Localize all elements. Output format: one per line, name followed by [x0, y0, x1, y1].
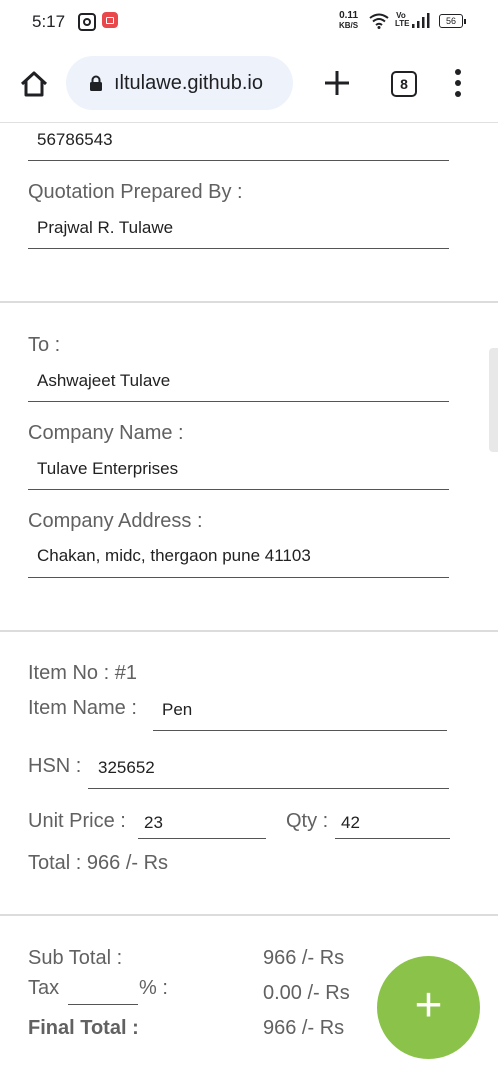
qty-label: Qty :	[286, 810, 329, 832]
home-icon[interactable]	[18, 68, 50, 100]
unit-price-underline	[138, 838, 266, 839]
hsn-label: HSN :	[28, 755, 82, 777]
volte-badge: Vo LTE	[395, 11, 410, 28]
lock-icon	[90, 75, 102, 91]
final-total-value: 966 /- Rs	[263, 1017, 345, 1039]
network-speed-unit: KB/S	[339, 21, 359, 30]
hsn-input[interactable]: 325652	[98, 758, 155, 778]
section-divider	[0, 630, 498, 632]
to-input[interactable]: Ashwajeet Tulave	[37, 371, 170, 391]
company-address-input[interactable]: Chakan, midc, thergaon pune 41103	[37, 546, 311, 566]
to-underline	[28, 401, 449, 402]
scroll-handle[interactable]	[489, 348, 498, 452]
company-address-underline	[28, 577, 449, 578]
browser-toolbar: ıltulawe.github.io 8	[0, 44, 498, 123]
more-vert-icon[interactable]	[454, 69, 462, 97]
company-name-input[interactable]: Tulave Enterprises	[37, 459, 178, 479]
item-total: Total : 966 /- Rs	[28, 852, 169, 874]
company-address-label: Company Address :	[28, 510, 203, 532]
tax-percent-input[interactable]	[68, 1004, 138, 1005]
tax-value: 0.00 /- Rs	[263, 982, 350, 1004]
company-name-label: Company Name :	[28, 422, 184, 444]
new-tab-plus-icon[interactable]	[322, 68, 352, 98]
clock: 5:17	[32, 12, 66, 31]
add-item-button[interactable]: +	[377, 956, 480, 1059]
prepared-by-input[interactable]: Prajwal R. Tulawe	[37, 218, 173, 238]
section-divider	[0, 301, 498, 303]
tab-switcher-button[interactable]: 8	[391, 71, 417, 97]
phone-underline	[28, 160, 449, 161]
item-name-underline	[153, 730, 447, 731]
network-speed-value: 0.11	[339, 10, 359, 21]
signal-icon	[412, 13, 430, 28]
status-bar: 5:17 0.11 KB/S Vo LTE 56	[0, 0, 498, 44]
subtotal-label: Sub Total :	[28, 947, 123, 969]
network-speed: 0.11 KB/S	[339, 11, 358, 31]
tax-label: Tax	[28, 977, 60, 999]
prepared-by-underline	[28, 248, 449, 249]
tax-percent-suffix: % :	[139, 977, 168, 999]
unit-price-label: Unit Price :	[28, 810, 126, 832]
item-name-label: Item Name :	[28, 697, 137, 719]
to-label: To :	[28, 334, 61, 356]
prepared-by-label: Quotation Prepared By :	[28, 181, 243, 203]
subtotal-value: 966 /- Rs	[263, 947, 345, 969]
item-number: Item No : #1	[28, 662, 137, 684]
qty-input[interactable]: 42	[341, 813, 360, 833]
qty-underline	[335, 838, 450, 839]
final-total-label: Final Total :	[28, 1017, 139, 1039]
wifi-icon	[369, 13, 389, 29]
phone-value[interactable]: 56786543	[37, 130, 113, 150]
screen-record-icon	[102, 12, 118, 28]
item-name-input[interactable]: Pen	[162, 700, 192, 720]
battery-icon: 56	[439, 14, 466, 28]
section-divider	[0, 914, 498, 916]
url-text[interactable]: ıltulawe.github.io	[114, 72, 263, 95]
company-name-underline	[28, 489, 449, 490]
address-bar[interactable]: ıltulawe.github.io	[66, 56, 293, 110]
hsn-underline	[88, 788, 449, 789]
unit-price-input[interactable]: 23	[144, 813, 163, 833]
instagram-icon	[78, 13, 96, 31]
